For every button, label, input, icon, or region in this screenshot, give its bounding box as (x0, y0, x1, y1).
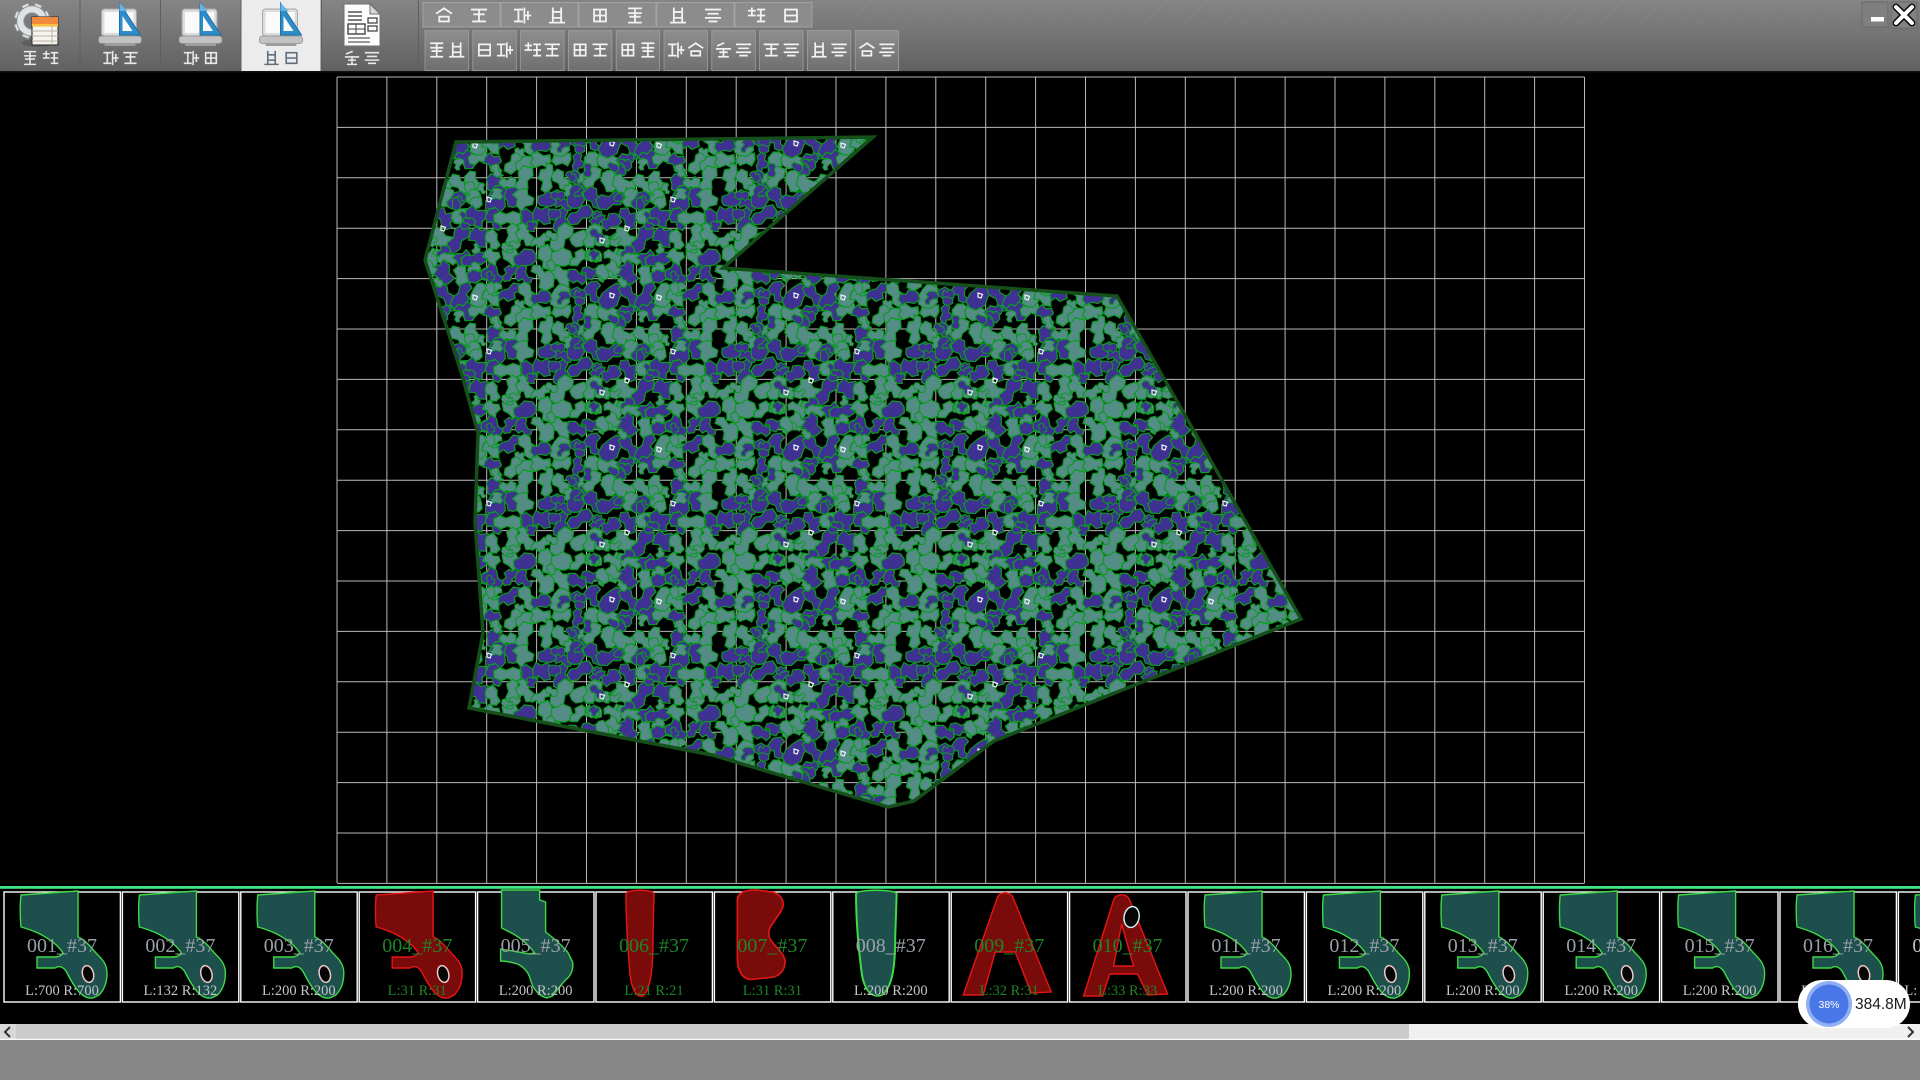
svg-text:006_#37: 006_#37 (619, 935, 689, 957)
svg-text:L:200 R:200: L:200 R:200 (854, 983, 928, 999)
svg-text:L:31 R:31: L:31 R:31 (388, 983, 447, 999)
svg-text:016_#37: 016_#37 (1803, 935, 1873, 957)
svg-text:L:21 R:21: L:21 R:21 (624, 983, 683, 999)
svg-text:014_#37: 014_#37 (1566, 935, 1636, 957)
svg-text:384.8M: 384.8M (1855, 996, 1907, 1013)
svg-text:005_#37: 005_#37 (501, 935, 571, 957)
svg-text:011_#37: 011_#37 (1211, 935, 1280, 957)
svg-text:012_#37: 012_#37 (1329, 935, 1399, 957)
svg-text:L:200 R:200: L:200 R:200 (1328, 983, 1402, 999)
svg-text:L:200 R:200: L:200 R:200 (499, 983, 573, 999)
svg-text:L:31 R:31: L:31 R:31 (743, 983, 802, 999)
svg-text:003_#37: 003_#37 (264, 935, 334, 957)
svg-text:002_#37: 002_#37 (145, 935, 215, 957)
svg-text:001_#37: 001_#37 (27, 935, 97, 957)
svg-text:007_#37: 007_#37 (737, 935, 807, 957)
svg-text:38%: 38% (1818, 999, 1839, 1011)
svg-text:L:132 R:132: L:132 R:132 (144, 983, 218, 999)
svg-text:L:700 R:700: L:700 R:700 (25, 983, 99, 999)
svg-text:L:200 R:200: L:200 R:200 (1209, 983, 1283, 999)
svg-text:L:33 R:33: L:33 R:33 (1098, 983, 1157, 999)
svg-text:0: 0 (1912, 935, 1920, 957)
svg-text:015_#37: 015_#37 (1685, 935, 1755, 957)
svg-text:L:32 R:31: L:32 R:31 (980, 983, 1039, 999)
svg-text:009_#37: 009_#37 (974, 935, 1044, 957)
svg-text:L:200 R:200: L:200 R:200 (1446, 983, 1520, 999)
svg-text:L:200 R:200: L:200 R:200 (1564, 983, 1638, 999)
svg-text:L:200 R:200: L:200 R:200 (262, 983, 336, 999)
svg-text:013_#37: 013_#37 (1448, 935, 1518, 957)
svg-text:008_#37: 008_#37 (856, 935, 926, 957)
svg-text:010_#37: 010_#37 (1093, 935, 1163, 957)
svg-text:L:200 R:200: L:200 R:200 (1683, 983, 1757, 999)
svg-text:004_#37: 004_#37 (382, 935, 452, 957)
